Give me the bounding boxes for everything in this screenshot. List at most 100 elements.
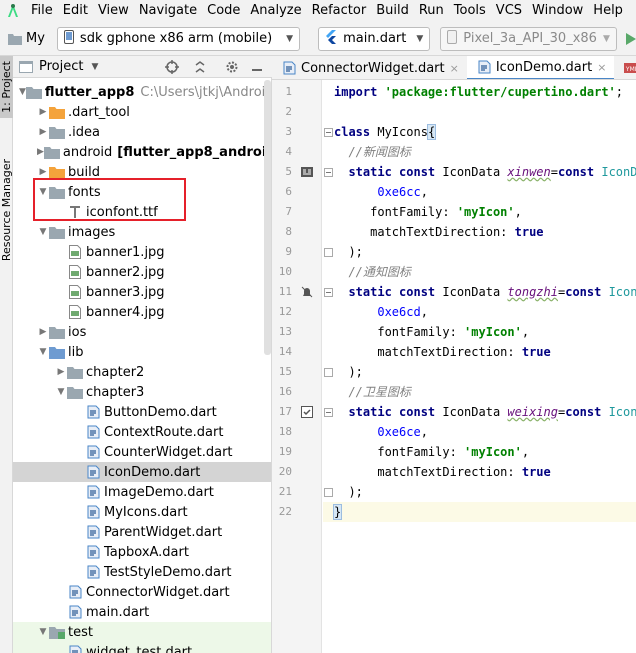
chevron-down-icon: ▼	[286, 33, 294, 44]
tree-item[interactable]: CounterWidget.dart	[13, 442, 271, 462]
collapse-arrow-icon[interactable]: ▶	[37, 142, 44, 162]
collapse-all-icon[interactable]	[193, 60, 207, 74]
dart-file-icon	[85, 564, 101, 580]
code-token: class	[334, 125, 378, 139]
tree-item[interactable]: ▶ chapter2	[13, 362, 271, 382]
tree-item[interactable]: TapboxA.dart	[13, 542, 271, 562]
code-token: import	[334, 85, 385, 99]
fold-open-icon[interactable]	[323, 162, 333, 182]
project-panel-title[interactable]: Project	[39, 59, 83, 74]
news-glyph-icon	[300, 162, 314, 182]
tree-item-label: CounterWidget.dart	[104, 444, 233, 460]
tree-item[interactable]: ▶ ios	[13, 322, 271, 342]
code-editor[interactable]: 1 import 'package:flutter/cupertino.dart'…	[272, 80, 636, 653]
expand-arrow-icon[interactable]: ▼	[55, 382, 67, 402]
tree-item[interactable]: IconDemo.dart	[13, 462, 271, 482]
flutter-icon	[325, 29, 337, 48]
tree-item[interactable]: widget_test.dart	[13, 642, 271, 653]
menu-tools[interactable]: Tools	[449, 0, 491, 22]
menu-build[interactable]: Build	[371, 0, 414, 22]
fold-open-icon[interactable]	[323, 282, 333, 302]
tree-item[interactable]: TestStyleDemo.dart	[13, 562, 271, 582]
tree-item[interactable]: iconfont.ttf	[13, 202, 271, 222]
device-selector[interactable]: sdk gphone x86 arm (mobile) ▼	[56, 26, 301, 51]
tree-item[interactable]: ButtonDemo.dart	[13, 402, 271, 422]
settings-gear-icon[interactable]	[225, 60, 239, 74]
expand-arrow-icon[interactable]: ▼	[19, 82, 26, 102]
tree-item[interactable]: banner4.jpg	[13, 302, 271, 322]
menu-vcs[interactable]: VCS	[491, 0, 527, 22]
tab-resource-manager[interactable]: Resource Manager	[0, 150, 13, 270]
tree-item[interactable]: banner2.jpg	[13, 262, 271, 282]
expand-arrow-icon[interactable]: ▼	[37, 182, 49, 202]
expand-arrow-icon[interactable]: ▼	[37, 342, 49, 362]
tree-item[interactable]: ▶ .idea	[13, 122, 271, 142]
menu-view[interactable]: View	[93, 0, 134, 22]
code-token: true	[514, 225, 544, 239]
menu-code[interactable]: Code	[202, 0, 245, 22]
tab-project[interactable]: 1: Project	[0, 56, 13, 118]
code-token: MyIcons	[377, 125, 428, 139]
editor-tab[interactable]: YMLpub	[614, 56, 636, 79]
code-token: static const	[348, 285, 443, 299]
tree-item[interactable]: ▶ android [flutter_app8_android]	[13, 142, 271, 162]
tree-item[interactable]: ▼ test	[13, 622, 271, 642]
tree-item[interactable]: ▼ flutter_app8 C:\Users\jtkj\AndroidStu	[13, 82, 271, 102]
menu-window[interactable]: Window	[527, 0, 588, 22]
tree-item[interactable]: ContextRoute.dart	[13, 422, 271, 442]
tree-item[interactable]: ParentWidget.dart	[13, 522, 271, 542]
collapse-arrow-icon[interactable]: ▶	[37, 322, 49, 342]
tree-item[interactable]: banner1.jpg	[13, 242, 271, 262]
run-config-selector[interactable]: main.dart ▼	[318, 26, 431, 51]
code-token: ,	[514, 205, 522, 219]
menu-analyze[interactable]: Analyze	[245, 0, 306, 22]
tree-item[interactable]: main.dart	[13, 602, 271, 622]
fold-end-icon[interactable]	[323, 242, 333, 262]
fold-end-icon[interactable]	[323, 362, 333, 382]
expand-arrow-icon[interactable]: ▼	[37, 222, 49, 242]
editor-tab[interactable]: ConnectorWidget.dart ×	[272, 56, 467, 79]
tree-item[interactable]: ▼ chapter3	[13, 382, 271, 402]
dart-file-icon	[282, 61, 296, 75]
project-selector[interactable]: My	[4, 27, 45, 51]
expand-arrow-icon[interactable]: ▼	[37, 622, 49, 642]
close-icon[interactable]: ×	[450, 62, 459, 75]
menu-navigate[interactable]: Navigate	[134, 0, 202, 22]
tree-item[interactable]: banner3.jpg	[13, 282, 271, 302]
fold-open-icon[interactable]	[323, 402, 333, 422]
menu-file[interactable]: File	[26, 0, 58, 22]
tree-scrollbar[interactable]	[264, 80, 271, 355]
hide-panel-icon[interactable]	[251, 61, 263, 73]
menu-edit[interactable]: Edit	[58, 0, 93, 22]
code-token: //新闻图标	[348, 145, 411, 159]
tree-item[interactable]: ImageDemo.dart	[13, 482, 271, 502]
editor-tab[interactable]: IconDemo.dart ×	[466, 56, 615, 79]
tree-item[interactable]: ▼ fonts	[13, 182, 271, 202]
close-icon[interactable]: ×	[597, 61, 606, 74]
collapse-arrow-icon[interactable]: ▶	[37, 122, 49, 142]
fold-end-icon[interactable]	[323, 482, 333, 502]
fold-open-icon[interactable]	[323, 122, 333, 142]
menu-run[interactable]: Run	[414, 0, 449, 22]
tree-item[interactable]: ▶ .dart_tool	[13, 102, 271, 122]
tree-item[interactable]: ConnectorWidget.dart	[13, 582, 271, 602]
collapse-arrow-icon[interactable]: ▶	[55, 362, 67, 382]
menu-refactor[interactable]: Refactor	[307, 0, 372, 22]
run-icon[interactable]	[625, 28, 636, 50]
tree-item[interactable]: MyIcons.dart	[13, 502, 271, 522]
code-token: 'myIcon'	[456, 205, 515, 219]
code-token: //卫星图标	[348, 385, 411, 399]
avd-selector[interactable]: Pixel_3a_API_30_x86 ▼	[440, 26, 617, 51]
menu-help[interactable]: Help	[588, 0, 628, 22]
code-line: 0xe6cc,	[334, 182, 428, 202]
tree-item-label: chapter2	[86, 364, 145, 380]
chevron-down-icon[interactable]: ▼	[91, 62, 98, 72]
collapse-arrow-icon[interactable]: ▶	[37, 162, 49, 182]
collapse-arrow-icon[interactable]: ▶	[37, 102, 49, 122]
tree-item[interactable]: ▼ lib	[13, 342, 271, 362]
locate-icon[interactable]	[165, 59, 179, 74]
tree-item[interactable]: ▼ images	[13, 222, 271, 242]
tree-item[interactable]: ▶ build	[13, 162, 271, 182]
